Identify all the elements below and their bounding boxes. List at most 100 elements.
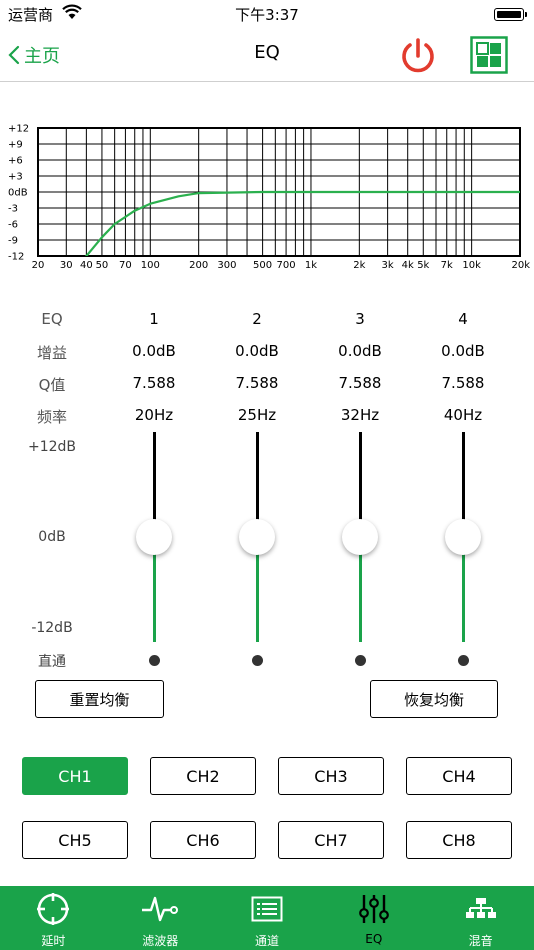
y-tick-label: +9	[8, 140, 23, 151]
x-tick-label: 700	[277, 260, 296, 271]
gain-slider[interactable]	[340, 432, 380, 642]
eq-index-label: EQ	[41, 310, 63, 328]
gain-row: 增益 0.0dB 0.0dB 0.0dB 0.0dB	[0, 342, 534, 366]
sliders-icon	[358, 895, 389, 923]
q-value[interactable]: 7.588	[212, 374, 302, 392]
slider-thumb[interactable]	[239, 519, 275, 555]
nav-bar: 主页 EQ	[0, 28, 534, 82]
y-tick-label: 0dB	[8, 188, 28, 199]
tab-label: 混音	[468, 934, 493, 948]
tab-label: 滤波器	[142, 934, 179, 948]
status-bar: 运营商 下午3:37	[0, 0, 534, 28]
y-tick-label: -3	[8, 204, 18, 215]
channel-button-ch3[interactable]: CH3	[278, 757, 384, 795]
x-tick-label: 10k	[462, 260, 481, 271]
tab-mix[interactable]: 混音	[427, 886, 534, 950]
list-panel-icon	[251, 896, 283, 922]
q-value[interactable]: 7.588	[315, 374, 405, 392]
battery-icon	[494, 8, 527, 21]
crosshair-icon	[37, 893, 70, 925]
x-tick-label: 40	[80, 260, 93, 271]
eq-index: 4	[458, 310, 468, 328]
q-value[interactable]: 7.588	[418, 374, 508, 392]
q-value[interactable]: 7.588	[109, 374, 199, 392]
gain-value[interactable]: 0.0dB	[212, 342, 302, 360]
tab-label: 延时	[41, 934, 66, 948]
tab-eq[interactable]: EQ	[320, 886, 427, 950]
x-tick-label: 50	[96, 260, 109, 271]
eq-index: 2	[252, 310, 262, 328]
power-icon	[402, 38, 434, 73]
gain-value[interactable]: 0.0dB	[109, 342, 199, 360]
x-tick-label: 2k	[353, 260, 365, 271]
freq-value[interactable]: 20Hz	[109, 406, 199, 424]
y-tick-label: -6	[8, 220, 18, 231]
channel-button-ch2[interactable]: CH2	[150, 757, 256, 795]
gain-label: 增益	[36, 344, 67, 362]
y-tick-label: +12	[8, 124, 29, 135]
x-tick-label: 5k	[417, 260, 429, 271]
scale-top-label: +12dB	[27, 439, 77, 455]
bypass-toggle[interactable]	[149, 655, 160, 666]
eq-index-row: EQ 1 2 3 4	[0, 310, 534, 334]
power-button[interactable]	[398, 36, 438, 80]
bypass-toggle[interactable]	[355, 655, 366, 666]
layout-grid-button[interactable]	[470, 36, 508, 78]
freq-value[interactable]: 40Hz	[418, 406, 508, 424]
y-tick-label: -12	[8, 252, 24, 263]
channel-button-ch4[interactable]: CH4	[406, 757, 512, 795]
y-tick-label: -9	[8, 236, 18, 247]
bypass-toggle[interactable]	[458, 655, 469, 666]
eq-index: 3	[355, 310, 365, 328]
channel-button-ch8[interactable]: CH8	[406, 821, 512, 859]
tab-label: EQ	[365, 932, 383, 946]
tab-bar: 延时 滤波器 通道 EQ 混音	[0, 886, 534, 950]
x-tick-label: 70	[119, 260, 132, 271]
x-tick-label: 1k	[305, 260, 317, 271]
x-tick-label: 500	[253, 260, 272, 271]
x-tick-label: 300	[217, 260, 236, 271]
x-tick-label: 100	[141, 260, 160, 271]
x-tick-label: 4k	[402, 260, 414, 271]
gain-slider[interactable]	[134, 432, 174, 642]
slider-thumb[interactable]	[445, 519, 481, 555]
tab-channel[interactable]: 通道	[214, 886, 321, 950]
x-tick-label: 3k	[382, 260, 394, 271]
channel-button-ch6[interactable]: CH6	[150, 821, 256, 859]
waveform-icon	[142, 896, 179, 922]
gain-slider[interactable]	[443, 432, 483, 642]
reset-eq-button[interactable]: 重置均衡	[35, 680, 164, 718]
slider-thumb[interactable]	[136, 519, 172, 555]
x-tick-label: 200	[189, 260, 208, 271]
freq-label: 频率	[36, 408, 67, 426]
freq-value[interactable]: 32Hz	[315, 406, 405, 424]
tab-filter[interactable]: 滤波器	[107, 886, 214, 950]
x-tick-label: 30	[60, 260, 73, 271]
gain-slider[interactable]	[237, 432, 277, 642]
slider-thumb[interactable]	[342, 519, 378, 555]
eq-response-chart: +12 +9 +6 +3 0dB -3 -6 -9 -12 20 30 40 50 70 100 200 300…	[8, 124, 530, 272]
y-tick-label: +6	[8, 156, 23, 167]
channel-button-ch1[interactable]: CH1	[22, 757, 128, 795]
freq-value[interactable]: 25Hz	[212, 406, 302, 424]
x-tick-label: 20	[32, 260, 45, 271]
y-tick-label: +3	[8, 172, 23, 183]
grid-icon	[470, 36, 508, 74]
network-icon	[465, 898, 496, 918]
q-label: Q值	[38, 376, 66, 394]
gain-value[interactable]: 0.0dB	[418, 342, 508, 360]
bypass-label: 直通	[38, 654, 66, 670]
channel-button-ch7[interactable]: CH7	[278, 821, 384, 859]
gain-value[interactable]: 0.0dB	[315, 342, 405, 360]
channel-button-ch5[interactable]: CH5	[22, 821, 128, 859]
tab-label: 通道	[254, 934, 279, 948]
scale-mid-label: 0dB	[38, 529, 66, 545]
restore-eq-button[interactable]: 恢复均衡	[370, 680, 498, 718]
x-tick-label: 7k	[441, 260, 453, 271]
page-title: EQ	[254, 42, 280, 63]
bypass-toggle[interactable]	[252, 655, 263, 666]
x-tick-label: 20k	[511, 260, 530, 271]
eq-index: 1	[149, 310, 159, 328]
tab-delay[interactable]: 延时	[0, 886, 107, 950]
q-row: Q值 7.588 7.588 7.588 7.588	[0, 374, 534, 398]
